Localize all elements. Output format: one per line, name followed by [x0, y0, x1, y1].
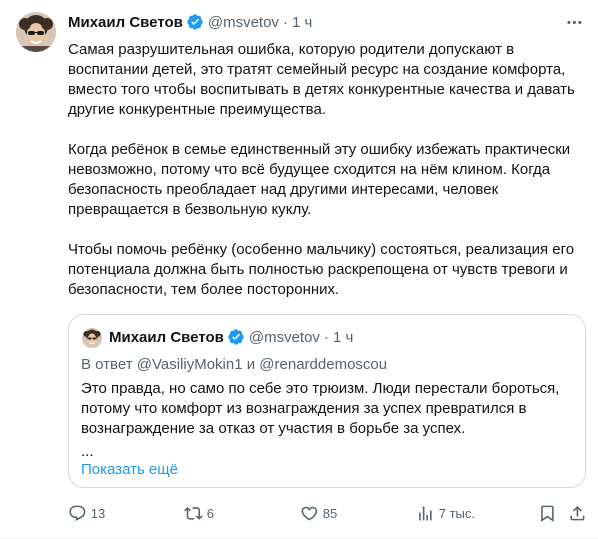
show-more-link[interactable]: Показать ещё [81, 460, 178, 480]
share-button[interactable] [568, 503, 587, 523]
tweet-paragraph: Чтобы помочь ребёнку (особенно мальчику)… [68, 241, 575, 298]
bookmark-button[interactable] [538, 503, 557, 523]
author-name[interactable]: Михаил Светов [68, 14, 183, 31]
views-icon [419, 505, 432, 521]
verified-badge-icon [227, 328, 245, 346]
quote-author-handle: @msvetov [248, 328, 320, 346]
more-icon[interactable] [564, 12, 584, 32]
tweet-text: Самая разрушительная ошибка, которую род… [68, 40, 586, 320]
author-handle[interactable]: @msvetov [208, 14, 279, 31]
reply-user-link[interactable]: @VasiliyMokin1 [137, 356, 243, 373]
reply-count: 13 [90, 505, 106, 521]
reply-context: В ответ @VasiliyMokin1 и @renarddemoscou [81, 355, 387, 375]
reply-user-link[interactable]: @renarddemoscou [259, 356, 387, 373]
reply-button[interactable]: 13 [68, 503, 105, 523]
tweet-paragraph: Когда ребёнок в семье единственный эту о… [68, 141, 571, 218]
quote-text: Это правда, но само по себе это трюизм. … [81, 380, 560, 437]
like-count: 85 [322, 505, 338, 521]
tweet-header: Михаил Светов @msvetov · 1 ч [68, 12, 312, 32]
tweet[interactable]: Михаил Светов @msvetov · 1 ч Самая разру… [0, 0, 598, 539]
reply-icon [69, 505, 86, 521]
reply-prefix: В ответ [81, 356, 137, 373]
quote-header: Михаил Светов @msvetov · 1 ч [109, 327, 353, 347]
quote-time: 1 ч [332, 328, 354, 346]
tweet-paragraph: Самая разрушительная ошибка, которую род… [68, 41, 575, 118]
quote-ellipsis: ... [81, 443, 94, 460]
reply-and: и [242, 356, 260, 373]
separator-dot: · [282, 13, 288, 31]
bookmark-icon [541, 505, 554, 522]
action-bar: 13 6 85 7 тыс. [68, 503, 586, 523]
views-button[interactable]: 7 тыс. [416, 503, 475, 523]
like-button[interactable]: 85 [300, 503, 337, 523]
views-count: 7 тыс. [438, 505, 476, 521]
retweet-count: 6 [206, 505, 214, 521]
retweet-icon [184, 506, 203, 520]
author-avatar[interactable] [16, 12, 56, 52]
verified-badge-icon [186, 13, 204, 31]
share-icon [570, 505, 585, 521]
quoted-tweet[interactable]: Михаил Светов @msvetov · 1 ч В ответ @Va… [68, 314, 586, 488]
separator-dot: · [323, 328, 329, 346]
like-icon [301, 506, 318, 521]
quote-author-avatar [82, 328, 102, 348]
tweet-time[interactable]: 1 ч [292, 14, 312, 31]
retweet-button[interactable]: 6 [184, 503, 214, 523]
quote-author-name: Михаил Светов [109, 328, 224, 346]
